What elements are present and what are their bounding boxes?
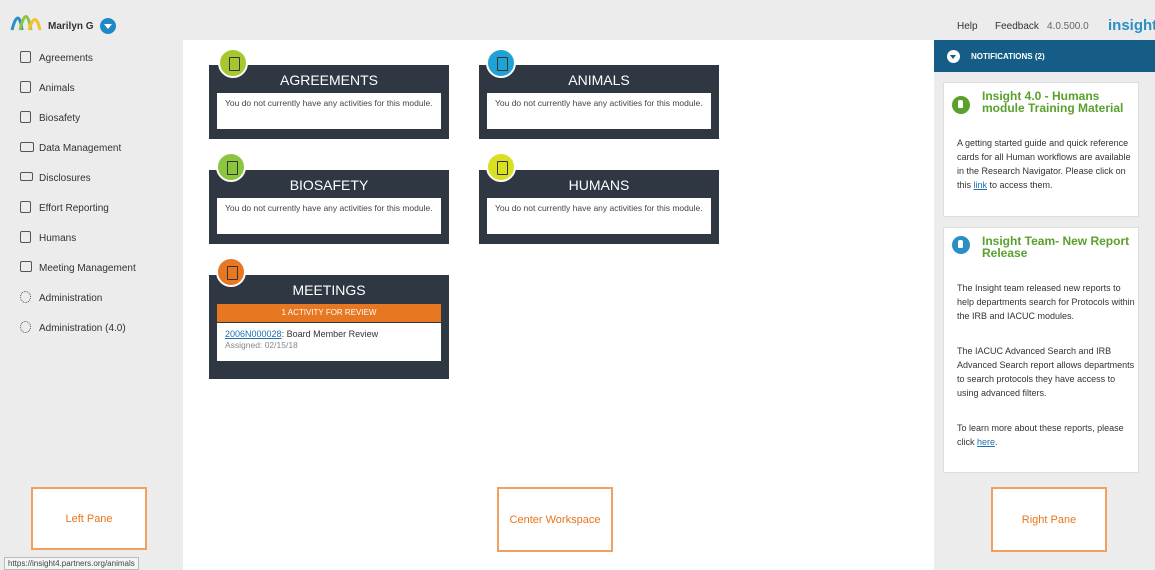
sidebar-item-label: Administration [39,293,103,304]
chevron-down-icon[interactable] [947,50,960,63]
gear-icon [20,321,31,333]
notification-text: A getting started guide and quick refere… [957,136,1137,192]
sidebar-item-agreements[interactable]: Agreements [0,42,183,72]
notifications-header[interactable]: NOTIFICATIONS (2) [934,40,1155,72]
top-bar: Marilyn G Help Feedback 4.0.500.0 insigh… [0,0,1155,40]
card-body: You do not currently have any activities… [217,198,441,234]
notification-paragraph: To learn more about these reports, pleas… [957,421,1137,449]
right-pane-label: Right Pane [991,487,1107,552]
review-item-title-row: 2006N000028: Board Member Review [225,329,433,339]
version-number: 4.0.500.0 [1047,21,1089,32]
calendar-icon [216,257,246,287]
notification-heading: Insight 4.0 - Humans module Training Mat… [982,89,1124,115]
right-pane: NOTIFICATIONS (2) Insight 4.0 - Humans m… [934,40,1155,570]
meetings-card[interactable]: MEETINGS 1 ACTIVITY FOR REVIEW 2006N0000… [209,275,449,379]
card-title: AGREEMENTS [279,72,378,88]
notification-text-after: . [995,437,998,447]
review-item: 2006N000028: Board Member Review Assigne… [217,323,441,361]
report-icon [20,201,31,213]
biohazard-document-icon [216,152,246,182]
sidebar-item-label: Biosafety [39,113,81,124]
brand-logo[interactable]: insight [1108,17,1155,34]
left-pane-label: Left Pane [31,487,147,550]
review-item-title: : Board Member Review [281,329,379,339]
sidebar-item-effort-reporting[interactable]: Effort Reporting [0,192,183,222]
animals-card[interactable]: ANIMALS You do not currently have any ac… [479,65,719,139]
paw-document-icon [486,48,516,78]
notification-link[interactable]: here [977,437,995,447]
sidebar-item-data-management[interactable]: Data Management [0,132,183,162]
megaphone-icon [952,96,970,114]
card-title: HUMANS [568,177,630,193]
review-item-assigned: Assigned: 02/15/18 [225,340,298,350]
sidebar-item-meeting-management[interactable]: Meeting Management [0,252,183,282]
gear-icon [20,291,31,303]
card-body: You do not currently have any activities… [487,93,711,129]
sidebar-item-administration-4[interactable]: Administration (4.0) [0,312,183,342]
sidebar-item-label: Disclosures [39,173,91,184]
status-bar-url: https://insight4.partners.org/animals [4,557,139,570]
card-body: You do not currently have any activities… [487,198,711,234]
sidebar-item-administration[interactable]: Administration [0,282,183,312]
notification-text-after: to access them. [987,180,1053,190]
sidebar-item-humans[interactable]: Humans [0,222,183,252]
notification-card: Insight Team- New Report Release The Ins… [943,227,1139,473]
help-link[interactable]: Help [957,21,978,32]
card-title: MEETINGS [292,282,366,298]
left-pane-label-text: Left Pane [65,512,113,525]
sidebar-item-label: Administration (4.0) [39,323,126,334]
notification-paragraph: The IACUC Advanced Search and IRB Advanc… [957,346,1135,398]
agreements-card[interactable]: AGREEMENTS You do not currently have any… [209,65,449,139]
monitor-icon [20,172,33,181]
biosafety-card[interactable]: BIOSAFETY You do not currently have any … [209,170,449,244]
person-document-icon [486,152,516,182]
calendar-icon [20,261,32,272]
card-title: ANIMALS [568,72,630,88]
center-workspace: AGREEMENTS You do not currently have any… [183,40,934,570]
person-document-icon [20,231,31,243]
card-title: BIOSAFETY [289,177,369,193]
document-icon [218,48,248,78]
bell-icon [952,236,970,254]
right-pane-label-text: Right Pane [1021,513,1077,526]
notification-link[interactable]: link [974,180,988,190]
biohazard-document-icon [20,111,31,123]
left-pane: Agreements Animals Biosafety Data Manage… [0,40,183,570]
notification-card: Insight 4.0 - Humans module Training Mat… [943,82,1139,217]
center-workspace-label-text: Center Workspace [509,513,601,526]
chevron-down-icon[interactable] [100,18,116,34]
sidebar-item-biosafety[interactable]: Biosafety [0,102,183,132]
sidebar-item-label: Animals [39,83,75,94]
humans-card[interactable]: HUMANS You do not currently have any act… [479,170,719,244]
sidebar-item-label: Data Management [39,143,122,154]
folder-open-icon [20,142,34,152]
activity-review-bar[interactable]: 1 ACTIVITY FOR REVIEW [217,304,441,322]
paw-document-icon [20,81,31,93]
sidebar-item-label: Humans [39,233,77,244]
center-workspace-label: Center Workspace [497,487,613,552]
insight-logo-icon[interactable] [10,10,44,34]
notifications-title: NOTIFICATIONS (2) [971,52,1045,61]
sidebar-item-animals[interactable]: Animals [0,72,183,102]
sidebar-item-label: Agreements [39,53,93,64]
notification-paragraph: The Insight team released new reports to… [957,283,1135,321]
review-item-link[interactable]: 2006N000028 [225,329,282,339]
document-icon [20,51,31,63]
notification-heading: Insight Team- New Report Release [982,234,1130,260]
sidebar-item-disclosures[interactable]: Disclosures [0,162,183,192]
sidebar-item-label: Effort Reporting [39,203,109,214]
feedback-link[interactable]: Feedback [995,21,1039,32]
sidebar-item-label: Meeting Management [39,263,136,274]
user-name[interactable]: Marilyn G [48,21,94,32]
card-body: You do not currently have any activities… [217,93,441,129]
